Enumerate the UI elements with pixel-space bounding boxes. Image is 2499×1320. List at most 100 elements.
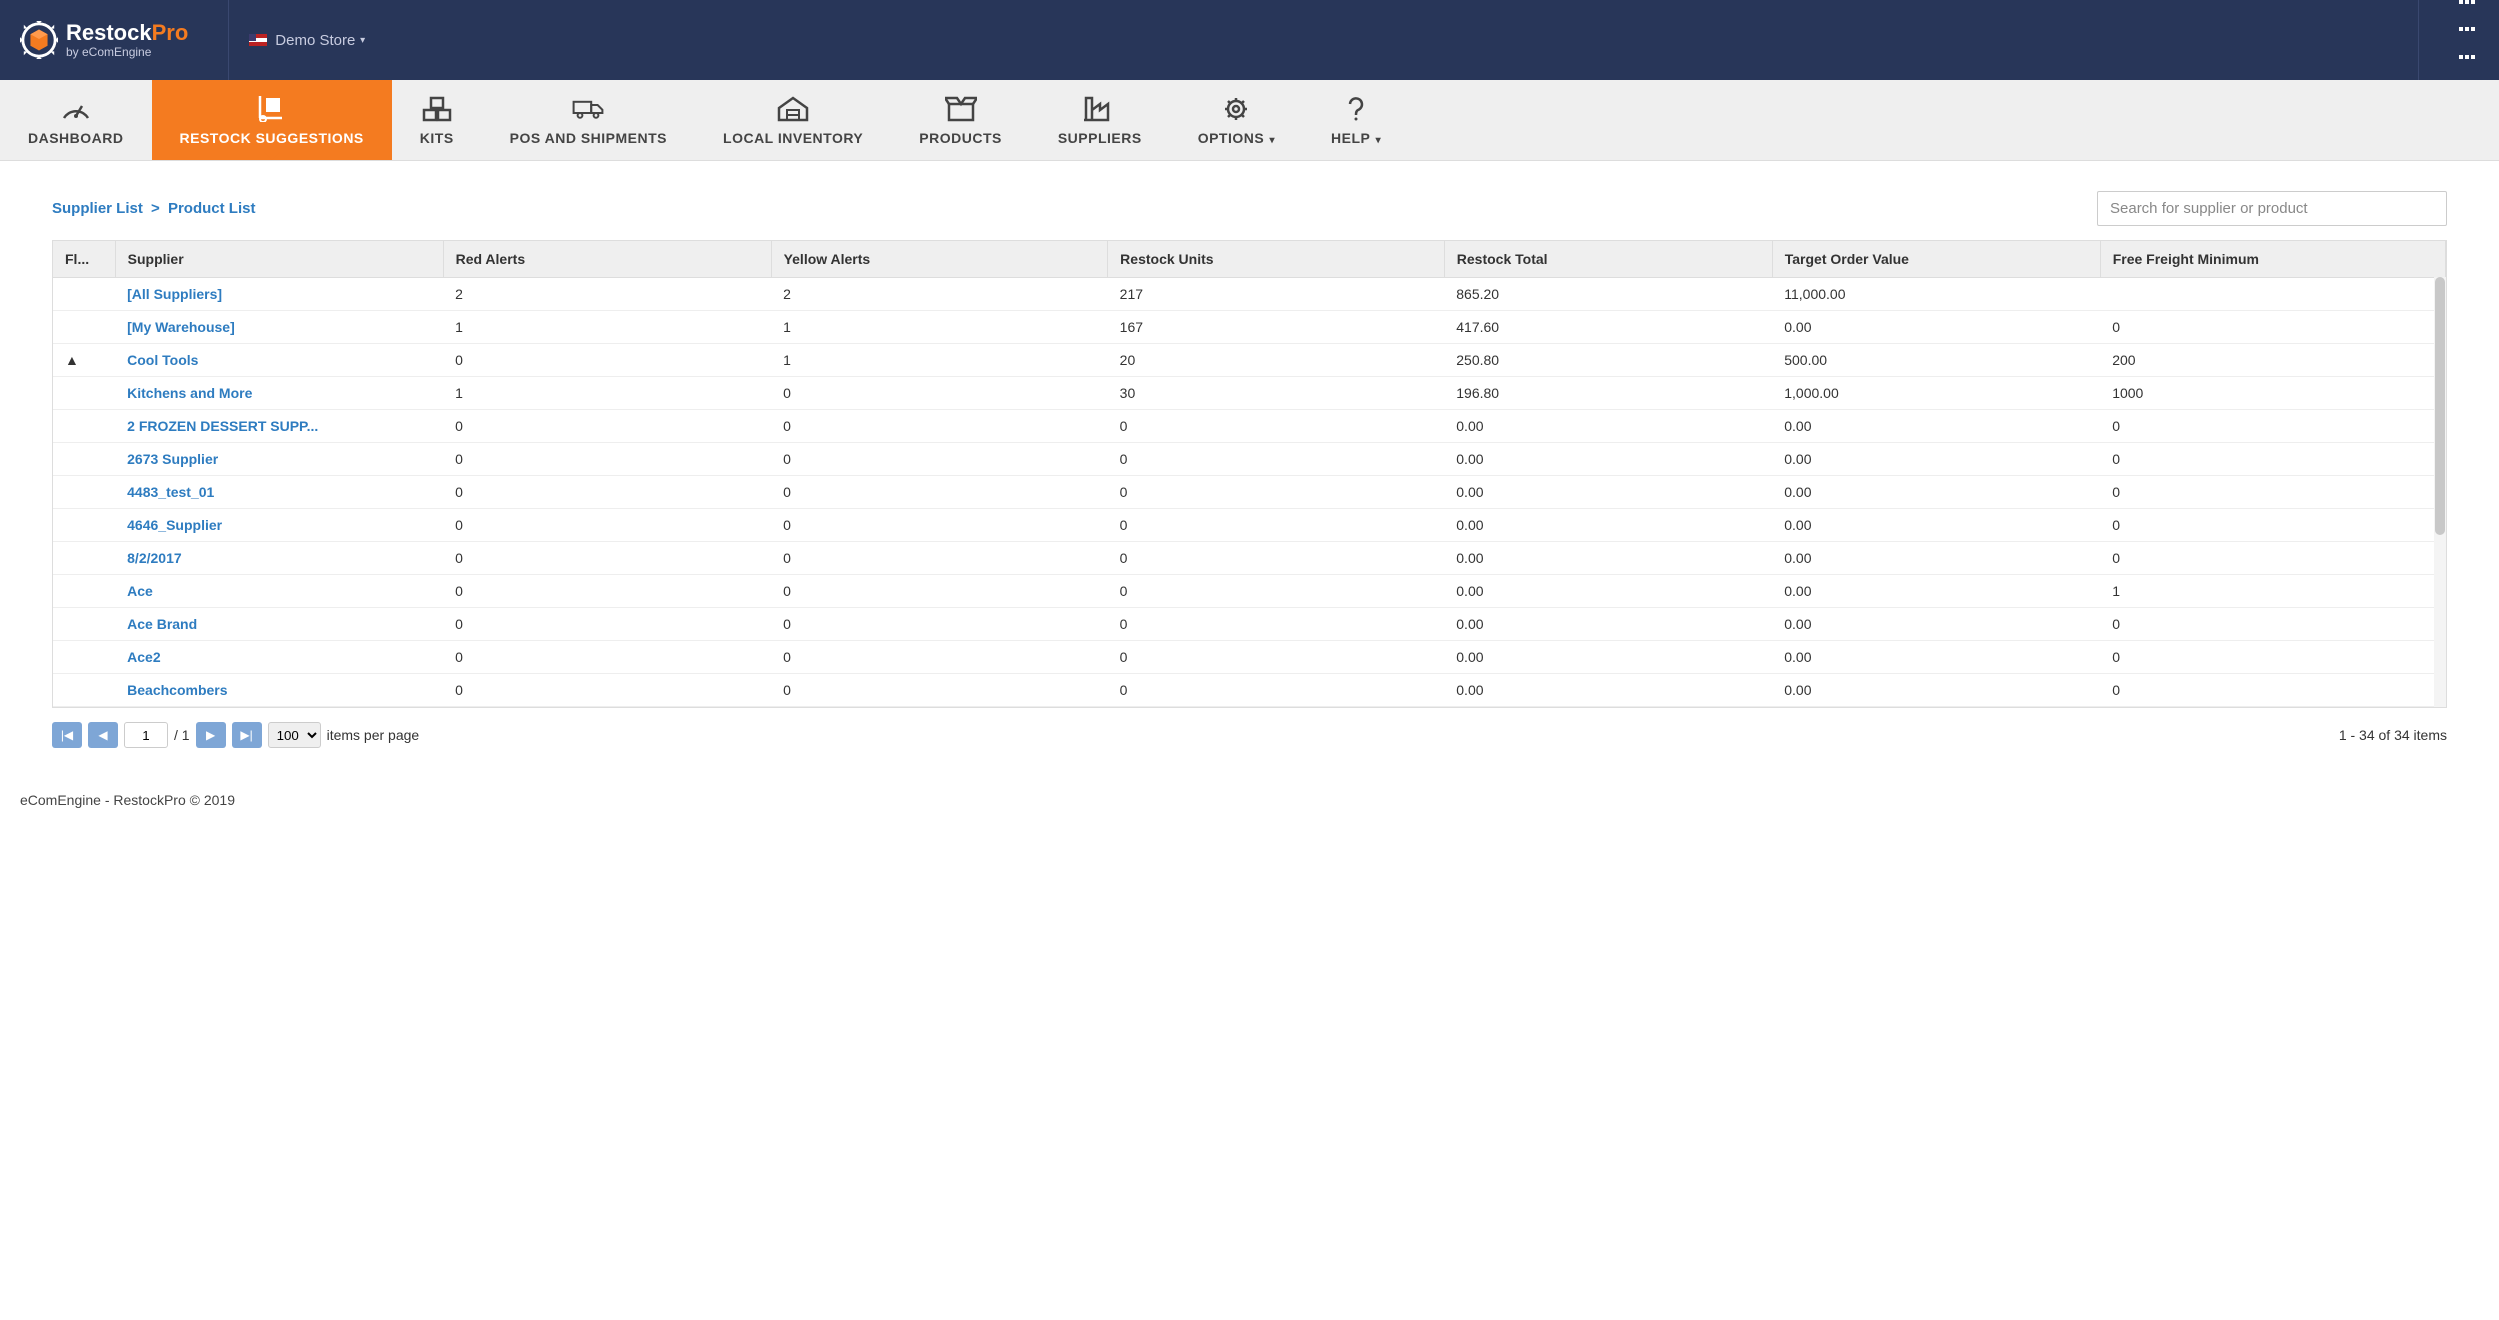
supplier-link[interactable]: 8/2/2017: [115, 542, 443, 575]
supplier-link[interactable]: Ace2: [115, 641, 443, 674]
col-flag[interactable]: Fl...: [53, 241, 115, 278]
col-supplier[interactable]: Supplier: [115, 241, 443, 278]
search-input[interactable]: [2097, 191, 2447, 226]
cell-yellow: 0: [771, 377, 1108, 410]
table-row: Ace0000.000.001: [53, 575, 2446, 608]
cell-target: 0.00: [1772, 608, 2100, 641]
store-selector[interactable]: Demo Store ▾: [228, 0, 365, 80]
supplier-link[interactable]: 4483_test_01: [115, 476, 443, 509]
supplier-table: Fl... Supplier Red Alerts Yellow Alerts …: [52, 240, 2447, 708]
col-yellow-alerts[interactable]: Yellow Alerts: [771, 241, 1108, 278]
nav-products[interactable]: PRODUCTS: [891, 80, 1030, 160]
brand-sub: by eComEngine: [66, 46, 188, 59]
supplier-link[interactable]: Beachcombers: [115, 674, 443, 707]
scrollbar[interactable]: [2434, 277, 2446, 707]
pager-first-button[interactable]: |◀: [52, 722, 82, 748]
cell-target: 0.00: [1772, 410, 2100, 443]
cell-yellow: 0: [771, 410, 1108, 443]
pager-per-page-label: items per page: [327, 727, 420, 743]
cell-freight: 0: [2100, 311, 2445, 344]
nav-suppliers[interactable]: SUPPLIERS: [1030, 80, 1170, 160]
col-target-order-value[interactable]: Target Order Value: [1772, 241, 2100, 278]
cell-red: 0: [443, 608, 771, 641]
cell-red: 0: [443, 542, 771, 575]
supplier-link[interactable]: Ace Brand: [115, 608, 443, 641]
cell-total: 196.80: [1444, 377, 1772, 410]
boxes-icon: [421, 96, 453, 122]
cell-total: 417.60: [1444, 311, 1772, 344]
logo[interactable]: RestockPro by eComEngine: [20, 21, 188, 59]
pager-prev-button[interactable]: ◀: [88, 722, 118, 748]
supplier-link[interactable]: [My Warehouse]: [115, 311, 443, 344]
nav-restock-suggestions[interactable]: RESTOCK SUGGESTIONS: [152, 80, 392, 160]
cell-yellow: 0: [771, 641, 1108, 674]
cell-total: 865.20: [1444, 278, 1772, 311]
cell-freight: 0: [2100, 542, 2445, 575]
col-restock-total[interactable]: Restock Total: [1444, 241, 1772, 278]
cell-units: 0: [1108, 542, 1445, 575]
cell-total: 0.00: [1444, 509, 1772, 542]
cell-yellow: 0: [771, 575, 1108, 608]
store-label: Demo Store: [275, 32, 355, 49]
cell-units: 217: [1108, 278, 1445, 311]
breadcrumb-product-list[interactable]: Product List: [168, 200, 256, 217]
chevron-down-icon: ▾: [1266, 135, 1275, 146]
cell-red: 0: [443, 575, 771, 608]
cell-total: 0.00: [1444, 542, 1772, 575]
table-row: 4646_Supplier0000.000.000: [53, 509, 2446, 542]
cell-total: 0.00: [1444, 641, 1772, 674]
cell-units: 0: [1108, 575, 1445, 608]
nav-options[interactable]: OPTIONS ▾: [1170, 80, 1303, 160]
table-row: [My Warehouse]11167417.600.000: [53, 311, 2446, 344]
nav-dashboard[interactable]: DASHBOARD: [0, 80, 152, 160]
cell-target: 1,000.00: [1772, 377, 2100, 410]
table-row: 2673 Supplier0000.000.000: [53, 443, 2446, 476]
col-red-alerts[interactable]: Red Alerts: [443, 241, 771, 278]
cell-units: 0: [1108, 476, 1445, 509]
pager-info: 1 - 34 of 34 items: [2339, 727, 2447, 743]
cell-target: 11,000.00: [1772, 278, 2100, 311]
pager-page-input[interactable]: [124, 722, 168, 748]
cell-yellow: 0: [771, 509, 1108, 542]
cell-red: 0: [443, 344, 771, 377]
supplier-link[interactable]: 2673 Supplier: [115, 443, 443, 476]
pager-page-size-select[interactable]: 100: [268, 722, 321, 748]
cell-units: 20: [1108, 344, 1445, 377]
cell-red: 0: [443, 674, 771, 707]
question-icon: [1340, 96, 1372, 122]
cell-red: 1: [443, 377, 771, 410]
table-row: 2 FROZEN DESSERT SUPP...0000.000.000: [53, 410, 2446, 443]
nav-pos-shipments[interactable]: POS AND SHIPMENTS: [482, 80, 695, 160]
pager-next-button[interactable]: ▶: [196, 722, 226, 748]
supplier-link[interactable]: 4646_Supplier: [115, 509, 443, 542]
supplier-link[interactable]: Cool Tools: [115, 344, 443, 377]
cell-red: 0: [443, 410, 771, 443]
cell-yellow: 0: [771, 542, 1108, 575]
breadcrumb-supplier-list[interactable]: Supplier List: [52, 200, 143, 217]
cell-yellow: 1: [771, 344, 1108, 377]
supplier-link[interactable]: [All Suppliers]: [115, 278, 443, 311]
nav-local-inventory[interactable]: LOCAL INVENTORY: [695, 80, 891, 160]
gear-icon: [1220, 96, 1252, 122]
cell-flag: ▲: [53, 344, 115, 377]
apps-grid-icon[interactable]: [2418, 0, 2459, 80]
cell-flag: [53, 377, 115, 410]
cell-total: 0.00: [1444, 674, 1772, 707]
cell-units: 0: [1108, 641, 1445, 674]
table-row: Beachcombers0000.000.000: [53, 674, 2446, 707]
nav-help[interactable]: HELP ▾: [1303, 80, 1409, 160]
supplier-link[interactable]: Kitchens and More: [115, 377, 443, 410]
gauge-icon: [60, 96, 92, 122]
pager-last-button[interactable]: ▶|: [232, 722, 262, 748]
table-row: Ace20000.000.000: [53, 641, 2446, 674]
cell-total: 0.00: [1444, 608, 1772, 641]
nav-kits[interactable]: KITS: [392, 80, 482, 160]
cell-red: 0: [443, 641, 771, 674]
supplier-link[interactable]: Ace: [115, 575, 443, 608]
col-free-freight-min[interactable]: Free Freight Minimum: [2100, 241, 2445, 278]
cell-flag: [53, 278, 115, 311]
supplier-link[interactable]: 2 FROZEN DESSERT SUPP...: [115, 410, 443, 443]
col-restock-units[interactable]: Restock Units: [1108, 241, 1445, 278]
open-box-icon: [945, 96, 977, 122]
footer: eComEngine - RestockPro © 2019: [0, 762, 2499, 838]
